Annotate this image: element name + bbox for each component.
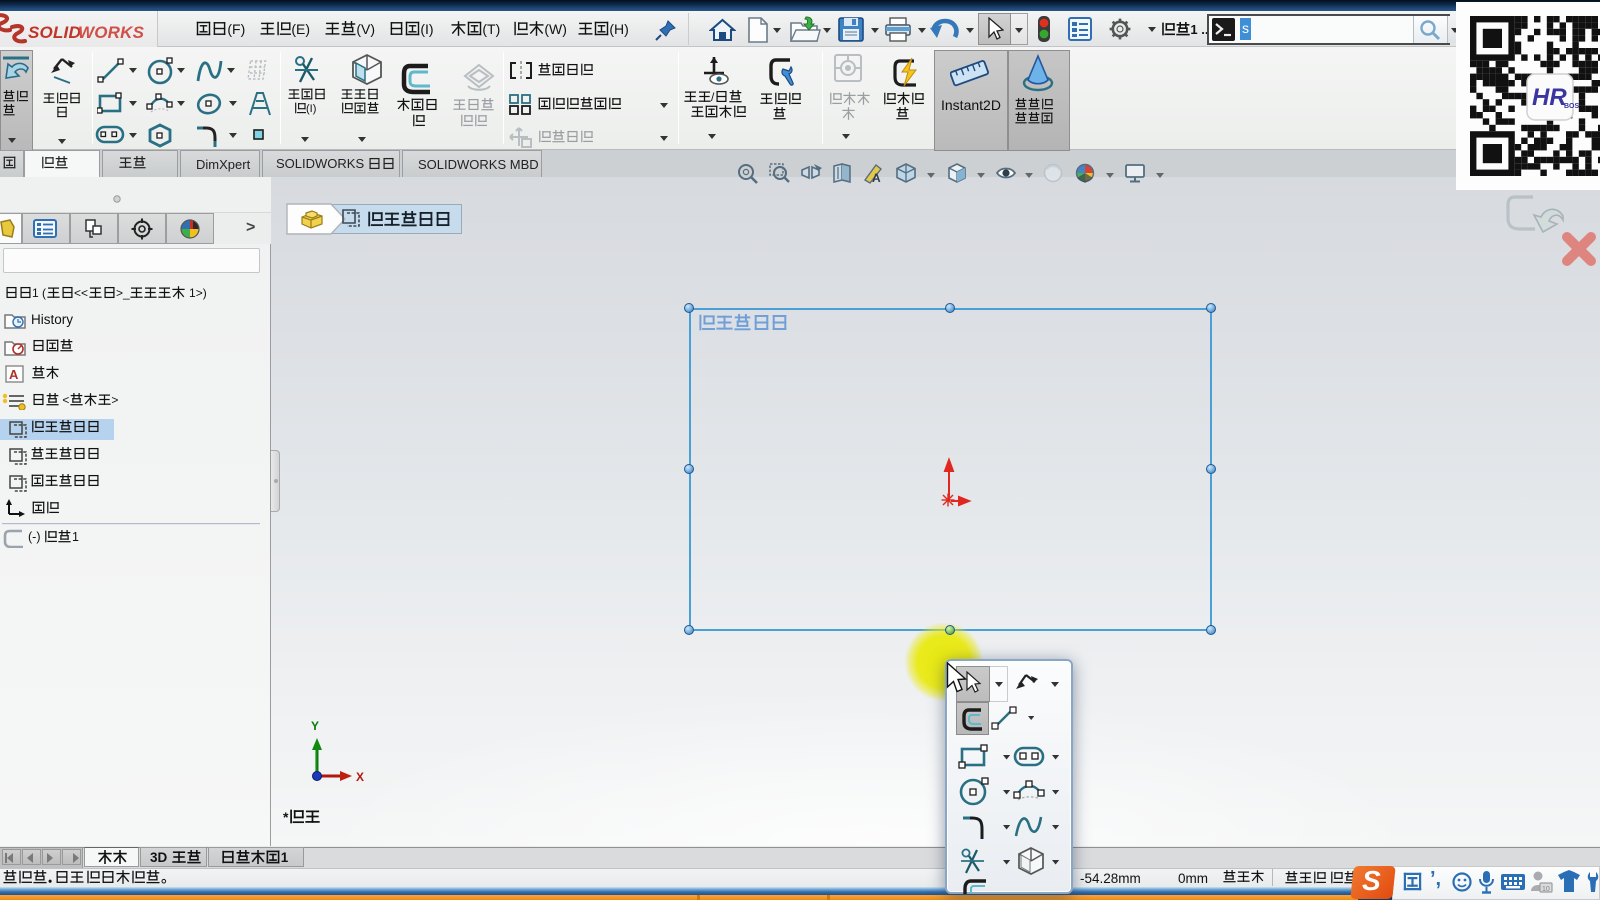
svg-text:A: A — [9, 367, 19, 382]
svg-text:HR: HR — [1532, 84, 1567, 111]
svg-text:X: X — [356, 770, 364, 784]
svg-text:10: 10 — [1542, 886, 1550, 893]
svg-text:A: A — [872, 171, 881, 185]
svg-text:BOS: BOS — [1564, 103, 1580, 110]
svg-text:Y: Y — [311, 719, 319, 733]
